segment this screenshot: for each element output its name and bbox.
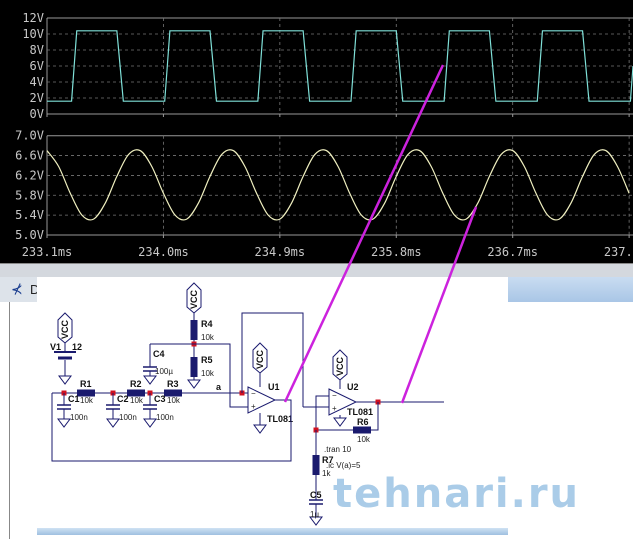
r5-value: 10k xyxy=(201,369,215,378)
c3-label: C3 xyxy=(154,394,166,404)
net-label-a: a xyxy=(216,382,222,392)
c4-value: 100µ xyxy=(155,367,173,376)
ground-icon xyxy=(106,418,120,428)
ground-icon xyxy=(143,375,157,385)
r7-value: 1k xyxy=(322,469,331,478)
vcc-label: VCC xyxy=(189,289,199,309)
v1-value: 12 xyxy=(72,342,82,352)
r5-label: R5 xyxy=(201,355,213,365)
r4-label: R4 xyxy=(201,319,213,329)
c5-label: C5 xyxy=(310,490,322,500)
vcc-label: VCC xyxy=(60,319,70,339)
ground-icon xyxy=(57,418,71,428)
c2-label: C2 xyxy=(117,394,129,404)
r1-value: 10k xyxy=(80,396,94,405)
ground-icon xyxy=(58,375,72,385)
v1-label: V1 xyxy=(50,342,61,352)
c1-label: C1 xyxy=(68,394,80,404)
c5-value: 1µ xyxy=(310,510,319,519)
opamp-minus: − xyxy=(332,391,337,400)
u2-label: U2 xyxy=(347,382,359,392)
c3-value: 100n xyxy=(156,413,174,422)
c1-value: 100n xyxy=(70,413,88,422)
opamp-plus: + xyxy=(251,402,256,411)
r4-value: 10k xyxy=(201,333,215,342)
r6-label: R6 xyxy=(357,417,369,427)
r3-value: 10k xyxy=(167,396,181,405)
c4-label: C4 xyxy=(153,349,165,359)
r3-label: R3 xyxy=(167,379,179,389)
vcc-label: VCC xyxy=(335,356,345,376)
u2-model: TL081 xyxy=(347,407,373,417)
resistor-r5 xyxy=(190,357,198,377)
c2-value: 100n xyxy=(119,413,137,422)
u1-label: U1 xyxy=(268,382,280,392)
annotation-line-sine xyxy=(400,206,478,404)
r1-label: R1 xyxy=(80,379,92,389)
r6-value: 10k xyxy=(357,435,371,444)
schematic-drawing: VCC V1 12 C1 100n C2 100n C3 100n R1 10k R2 10k R3 10k… xyxy=(50,64,580,526)
annotation-line-square xyxy=(283,64,445,403)
watermark-logo: tehnari.ru xyxy=(333,471,580,517)
resistor-r6 xyxy=(353,426,371,434)
u1-model: TL081 xyxy=(267,414,293,424)
opamp-plus: + xyxy=(332,404,337,413)
spice-directive-ic: .ic V(a)=5 xyxy=(326,461,361,470)
ground-icon xyxy=(187,379,201,389)
vcc-label: VCC xyxy=(255,349,265,369)
resistor-r7 xyxy=(312,455,320,475)
ground-icon xyxy=(333,417,347,427)
resistor-r4 xyxy=(190,320,198,340)
ground-icon xyxy=(143,418,157,428)
spice-directive-tran: .tran 10 xyxy=(324,445,352,454)
r2-label: R2 xyxy=(130,379,142,389)
ground-icon xyxy=(253,424,267,434)
r2-value: 10k xyxy=(130,396,144,405)
opamp-minus: − xyxy=(251,389,256,398)
